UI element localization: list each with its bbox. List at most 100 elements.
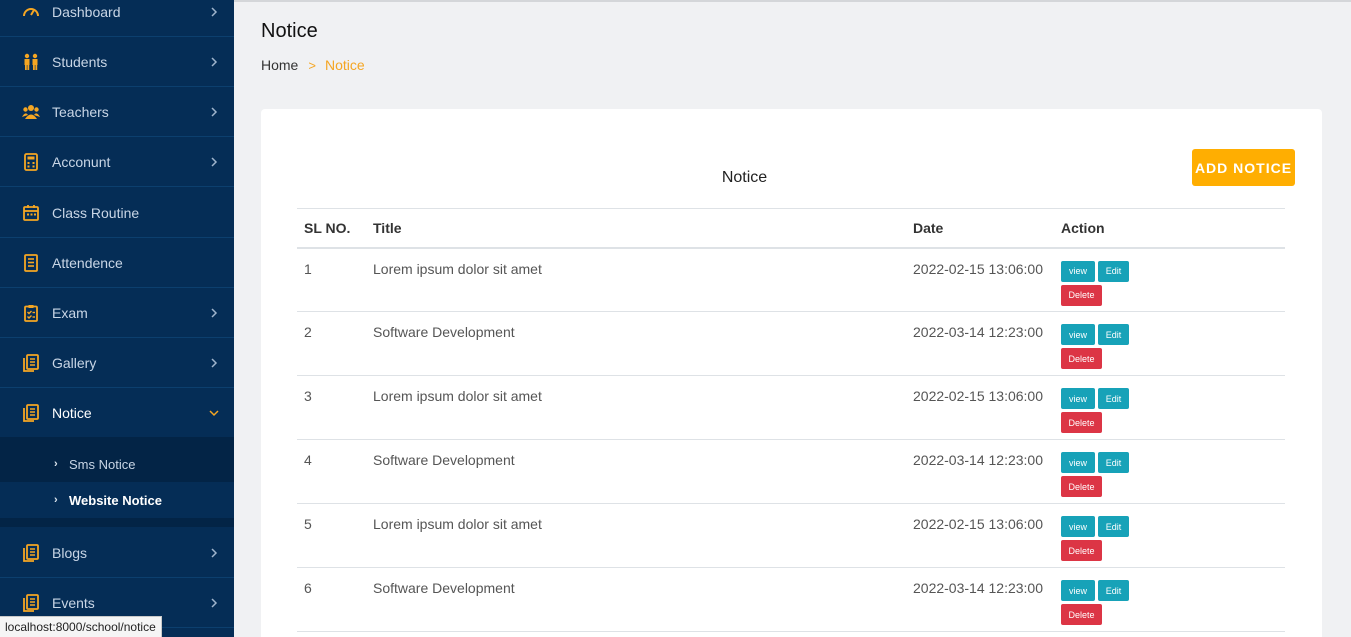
sidebar-item-label: Acconunt (52, 153, 111, 170)
sidebar-item-dashboard[interactable]: Dashboard (0, 0, 234, 37)
cell-title: Software Development (366, 311, 906, 376)
cell-title: Lorem ipsum dolor sit amet (366, 247, 906, 312)
view-button[interactable]: view (1061, 388, 1095, 409)
submenu-item-label: Sms Notice (69, 456, 136, 472)
cell-date: 2022-03-14 12:23:00 (906, 439, 1054, 504)
edit-button[interactable]: Edit (1098, 516, 1129, 537)
sidebar-item-teachers[interactable]: Teachers (0, 87, 234, 137)
chevron-right-icon (194, 56, 234, 68)
cell-date: 2022-02-15 13:06:00 (906, 503, 1054, 568)
sidebar-item-label: Students (52, 53, 108, 70)
chevron-right-icon (194, 357, 234, 369)
chevron-right-icon: › (54, 494, 58, 506)
sidebar-item-label: Blogs (52, 544, 88, 561)
cell-title: Lorem ipsum dolor sit amet (366, 375, 906, 440)
sidebar-item-attendence[interactable]: Attendence (0, 238, 234, 288)
chevron-right-icon: › (54, 458, 58, 470)
chevron-right-icon (194, 307, 234, 319)
sidebar-item-label: Dashboard (52, 3, 121, 20)
table-row: 4 Software Development 2022-03-14 12:23:… (297, 439, 1285, 504)
sidebar-item-gallery[interactable]: Gallery (0, 338, 234, 388)
cell-sl: 3 (297, 375, 366, 440)
edit-button[interactable]: Edit (1098, 452, 1129, 473)
edit-button[interactable]: Edit (1098, 388, 1129, 409)
sidebar-item-class-routine[interactable]: Class Routine (0, 188, 234, 238)
submenu-item-label: Website Notice (69, 492, 162, 508)
teachers-icon (0, 103, 52, 121)
cell-sl: 5 (297, 503, 366, 568)
notice-submenu: › Sms Notice › Website Notice (0, 437, 234, 527)
page-title: Notice (261, 20, 318, 42)
card-title: Notice (721, 169, 768, 186)
cell-sl: 6 (297, 567, 366, 632)
cell-title: Software Development (366, 567, 906, 632)
delete-button[interactable]: Delete (1061, 476, 1102, 497)
table-row: 2 Software Development 2022-03-14 12:23:… (297, 311, 1285, 376)
chevron-right-icon (194, 6, 234, 18)
breadcrumb-current: Notice (324, 57, 365, 73)
add-notice-button[interactable]: ADD NOTICE (1192, 149, 1295, 186)
delete-button[interactable]: Delete (1061, 348, 1102, 369)
blogs-icon (0, 543, 52, 562)
notice-table: SL NO. Title Date Action 1 Lorem ipsum d… (297, 208, 1285, 632)
breadcrumb-separator-icon: > (308, 57, 316, 73)
edit-button[interactable]: Edit (1098, 580, 1129, 601)
view-button[interactable]: view (1061, 324, 1095, 345)
submenu-item-sms-notice[interactable]: › Sms Notice (0, 446, 234, 482)
document-icon (0, 253, 52, 272)
breadcrumb: Home > Notice (261, 57, 365, 73)
sidebar-item-label: Teachers (52, 103, 109, 120)
gallery-icon (0, 353, 52, 372)
chevron-right-icon (194, 106, 234, 118)
edit-button[interactable]: Edit (1098, 324, 1129, 345)
column-header-date: Date (906, 208, 1054, 249)
edit-button[interactable]: Edit (1098, 260, 1129, 282)
cell-date: 2022-02-15 13:06:00 (906, 247, 1054, 312)
submenu-item-website-notice[interactable]: › Website Notice (0, 482, 234, 518)
clipboard-icon (0, 304, 52, 322)
sidebar-item-label: Notice (52, 405, 92, 421)
view-button[interactable]: view (1061, 516, 1095, 537)
sidebar-item-label: Exam (52, 304, 88, 321)
sidebar: Dashboard Students Teachers Acconunt Cla… (0, 0, 234, 637)
notice-icon (0, 404, 52, 422)
chevron-right-icon (194, 597, 234, 609)
view-button[interactable]: view (1061, 580, 1095, 601)
delete-button[interactable]: Delete (1061, 540, 1102, 561)
chevron-right-icon (194, 156, 234, 168)
sidebar-item-notice[interactable]: Notice (0, 388, 234, 438)
delete-button[interactable]: Delete (1061, 604, 1102, 625)
delete-button[interactable]: Delete (1061, 412, 1102, 433)
cell-title: Software Development (366, 439, 906, 504)
view-button[interactable]: view (1061, 452, 1095, 473)
table-row: 3 Lorem ipsum dolor sit amet 2022-02-15 … (297, 375, 1285, 440)
table-row: 1 Lorem ipsum dolor sit amet 2022-02-15 … (297, 247, 1285, 312)
cell-sl: 2 (297, 311, 366, 376)
cell-actions: view Edit Delete (1054, 311, 1285, 376)
chevron-down-icon (194, 407, 234, 419)
calendar-icon (0, 204, 52, 222)
cell-actions: view Edit Delete (1054, 503, 1285, 568)
sidebar-item-label: Attendence (52, 254, 123, 271)
cell-actions: view Edit Delete (1054, 439, 1285, 504)
sidebar-item-exam[interactable]: Exam (0, 288, 234, 338)
view-button[interactable]: view (1061, 260, 1095, 282)
cell-sl: 1 (297, 247, 366, 312)
sidebar-item-students[interactable]: Students (0, 37, 234, 87)
column-header-title: Title (366, 208, 906, 249)
top-divider (234, 0, 1351, 2)
cell-actions: view Edit Delete (1054, 375, 1285, 440)
cell-title: Lorem ipsum dolor sit amet (366, 503, 906, 568)
sidebar-item-account[interactable]: Acconunt (0, 137, 234, 187)
cell-date: 2022-03-14 12:23:00 (906, 567, 1054, 632)
column-header-action: Action (1054, 208, 1285, 249)
sidebar-item-blogs[interactable]: Blogs (0, 528, 234, 578)
table-row: 6 Software Development 2022-03-14 12:23:… (297, 567, 1285, 632)
delete-button[interactable]: Delete (1061, 284, 1102, 306)
sidebar-item-label: Class Routine (52, 204, 140, 221)
table-row: 5 Lorem ipsum dolor sit amet 2022-02-15 … (297, 503, 1285, 568)
breadcrumb-home-link[interactable]: Home (261, 57, 298, 73)
cell-date: 2022-03-14 12:23:00 (906, 311, 1054, 376)
chevron-right-icon (194, 547, 234, 559)
browser-status-url: localhost:8000/school/notice (0, 616, 162, 637)
